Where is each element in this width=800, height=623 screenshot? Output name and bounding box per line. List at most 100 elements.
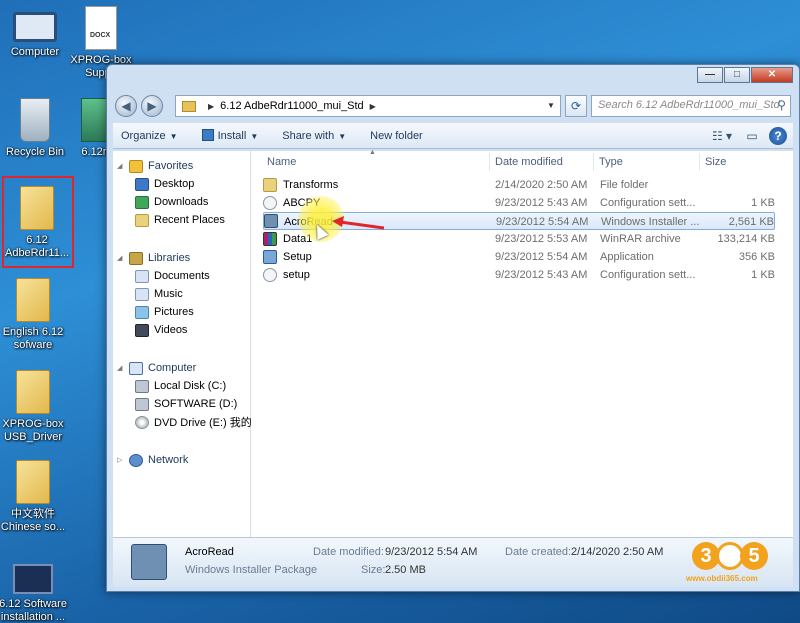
videos-icon <box>135 323 149 337</box>
new-folder-button[interactable]: New folder <box>362 125 431 147</box>
nav-network[interactable]: ▷ Network <box>117 451 188 469</box>
nav-videos[interactable]: Videos <box>135 321 187 339</box>
nav-music[interactable]: Music <box>135 285 183 303</box>
desktop-icon-adberdr-folder[interactable]: 6.12 AdbeRdr11... <box>2 186 72 260</box>
file-name: Transforms <box>283 179 339 191</box>
search-input[interactable]: Search 6.12 AdbeRdr11000_mui_Std ⚲ <box>591 95 791 117</box>
search-icon[interactable]: ⚲ <box>777 98 786 112</box>
nav-label: Music <box>154 288 183 300</box>
desktop-icon-label: 6.12 Software installation ... <box>0 598 67 623</box>
file-name: Setup <box>283 251 312 263</box>
installer-package-icon <box>264 214 278 228</box>
minimize-button[interactable]: — <box>697 67 723 83</box>
file-type: WinRAR archive <box>600 233 681 245</box>
desktop-icon-recycle-bin[interactable]: Recycle Bin <box>0 98 70 159</box>
column-name[interactable]: Name <box>267 156 296 168</box>
preview-pane-icon[interactable]: ▭ <box>739 125 765 147</box>
file-size: 1 KB <box>751 269 775 281</box>
documents-icon <box>135 269 149 283</box>
chevron-down-icon: ▼ <box>338 131 347 141</box>
nav-label: DVD Drive (E:) 我的 <box>154 417 252 429</box>
nav-documents[interactable]: Documents <box>135 267 210 285</box>
nav-label: Desktop <box>154 178 195 190</box>
folder-icon <box>16 460 50 504</box>
desktop-icon-english-folder[interactable]: English 6.12 sofware <box>0 278 68 352</box>
details-date-created-label: Date created: <box>505 546 572 558</box>
file-name: setup <box>283 269 310 281</box>
nav-label: Favorites <box>148 160 194 172</box>
desktop-icon-installation-video[interactable]: 6.12 Software installation ... <box>0 556 68 623</box>
nav-software-drive[interactable]: SOFTWARE (D:) <box>135 395 237 413</box>
breadcrumb-separator-icon[interactable]: ▶ <box>208 102 214 111</box>
column-divider[interactable] <box>593 153 594 171</box>
file-type: Application <box>600 251 654 263</box>
chevron-down-icon: ▼ <box>169 131 178 141</box>
column-size[interactable]: Size <box>705 156 726 168</box>
details-size-label: Size: <box>361 564 386 576</box>
close-button[interactable]: ✕ <box>751 67 793 83</box>
recent-places-icon <box>135 213 149 227</box>
setup-app-icon <box>263 250 277 264</box>
chevron-down-icon[interactable]: ▼ <box>544 98 558 114</box>
help-icon[interactable]: ? <box>769 127 787 145</box>
nav-label: Documents <box>154 270 210 282</box>
libraries-icon <box>129 251 143 265</box>
file-row[interactable]: setup 9/23/2012 5:43 AM Configuration se… <box>263 266 775 284</box>
desktop-icon-computer[interactable]: Computer <box>0 6 70 59</box>
organize-button[interactable]: Organize ▼ <box>113 125 186 147</box>
nav-pictures[interactable]: Pictures <box>135 303 194 321</box>
breadcrumb-separator-icon[interactable]: ▶ <box>370 102 376 111</box>
nav-favorites[interactable]: ◢ Favorites <box>117 157 193 175</box>
file-date: 2/14/2020 2:50 AM <box>495 179 588 191</box>
file-date: 9/23/2012 5:54 AM <box>496 216 589 228</box>
file-date: 9/23/2012 5:43 AM <box>495 269 588 281</box>
music-icon <box>135 287 149 301</box>
share-with-button[interactable]: Share with ▼ <box>274 125 354 147</box>
file-row[interactable]: Setup 9/23/2012 5:54 AM Application 356 … <box>263 248 775 266</box>
breadcrumb[interactable]: 6.12 AdbeRdr11000_mui_Std <box>220 100 364 112</box>
hard-disk-icon <box>135 379 149 393</box>
file-row[interactable]: Transforms 2/14/2020 2:50 AM File folder <box>263 176 775 194</box>
file-date: 9/23/2012 5:43 AM <box>495 197 588 209</box>
nav-dvd-drive[interactable]: DVD Drive (E:) 我的 <box>135 413 252 431</box>
watermark-logo: 3 5 www.obdii365.com <box>686 534 774 586</box>
refresh-button[interactable]: ⟳ <box>565 95 587 117</box>
desktop-icon-usb-driver-folder[interactable]: XPROG-box USB_Driver <box>0 370 68 444</box>
file-size: 133,214 KB <box>717 233 776 245</box>
window-controls: — □ ✕ <box>696 67 793 83</box>
computer-icon <box>129 361 143 375</box>
forward-button[interactable]: ▶ <box>141 95 163 117</box>
details-file-type: Windows Installer Package <box>185 564 318 576</box>
column-divider[interactable] <box>699 153 700 171</box>
nav-label: Local Disk (C:) <box>154 380 227 392</box>
nav-label: Downloads <box>154 196 209 208</box>
nav-desktop[interactable]: Desktop <box>135 175 194 193</box>
address-bar[interactable]: ▶ 6.12 AdbeRdr11000_mui_Std ▶ ▼ <box>175 95 561 117</box>
nav-label: SOFTWARE (D:) <box>154 398 238 410</box>
column-date-modified[interactable]: Date modified <box>495 156 563 168</box>
red-arrow-annotation <box>332 216 385 230</box>
expand-icon[interactable]: ▷ <box>117 456 125 464</box>
column-divider[interactable] <box>489 153 490 171</box>
install-button[interactable]: Install ▼ <box>194 125 267 147</box>
desktop-icon-chinese-folder[interactable]: 中文软件 Chinese so... <box>0 460 68 534</box>
maximize-button[interactable]: □ <box>724 67 750 83</box>
nav-computer[interactable]: ◢ Computer <box>117 359 196 377</box>
nav-recent-places[interactable]: Recent Places <box>135 211 225 229</box>
change-view-icon[interactable]: ☷ ▾ <box>709 125 735 147</box>
share-with-label: Share with <box>282 129 335 142</box>
docx-badge: DOCX <box>90 32 111 39</box>
expand-icon[interactable]: ◢ <box>117 162 125 170</box>
column-type[interactable]: Type <box>599 156 623 168</box>
expand-icon[interactable]: ◢ <box>117 364 125 372</box>
details-size: 2.50 MB <box>385 564 426 576</box>
nav-downloads[interactable]: Downloads <box>135 193 208 211</box>
expand-icon[interactable]: ◢ <box>117 254 125 262</box>
explorer-window: — □ ✕ ◀ ▶ ▶ 6.12 AdbeRdr11000_mui_Std ▶ … <box>106 64 800 592</box>
nav-label: Videos <box>154 324 188 336</box>
file-type: Configuration sett... <box>600 197 696 209</box>
file-size: 2,561 KB <box>728 216 774 228</box>
back-button[interactable]: ◀ <box>115 95 137 117</box>
nav-libraries[interactable]: ◢ Libraries <box>117 249 190 267</box>
nav-local-disk[interactable]: Local Disk (C:) <box>135 377 226 395</box>
